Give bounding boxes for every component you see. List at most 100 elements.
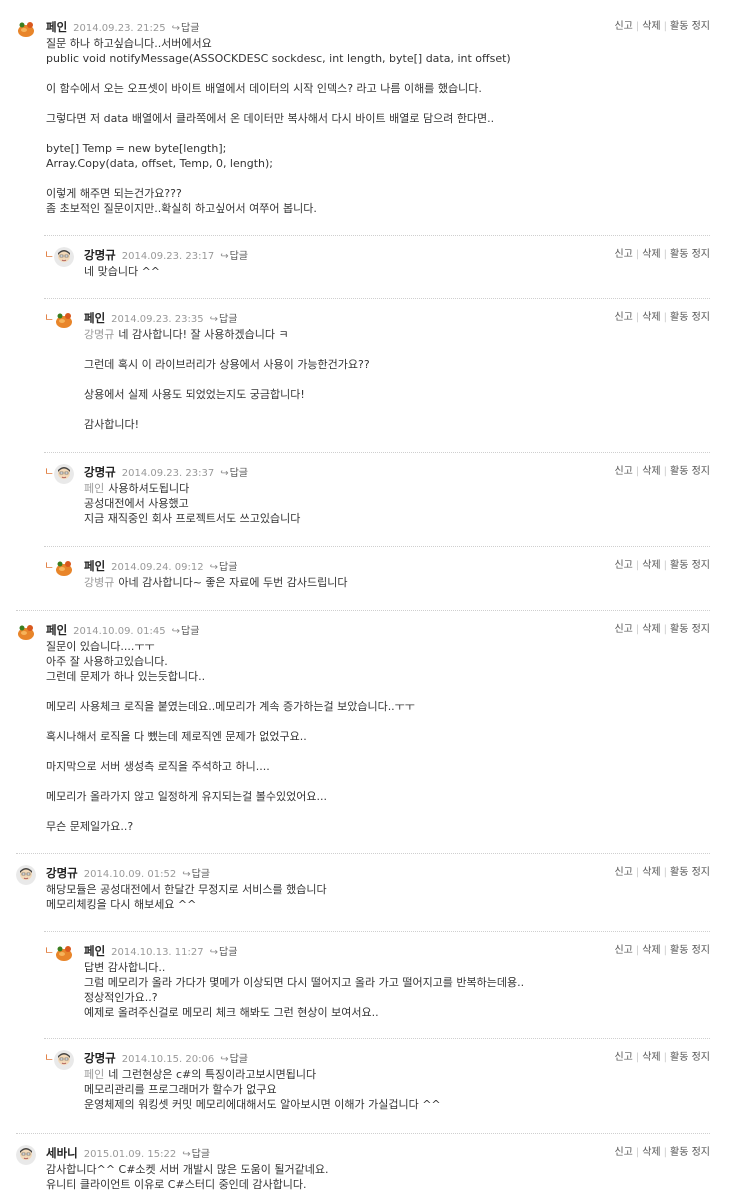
delete-button[interactable]: 삭제 xyxy=(642,312,660,323)
action-separator: | xyxy=(663,624,668,635)
report-button[interactable]: 신고 xyxy=(614,1147,632,1158)
mention-name[interactable]: 페인 xyxy=(84,1068,104,1081)
reply-button[interactable]: ↪답글 xyxy=(210,314,238,325)
avatar-chicken-icon[interactable] xyxy=(16,622,36,642)
comment-date: 2014.09.23. 23:17 xyxy=(121,251,215,262)
comment-line: 그런데 문제가 하나 있는듯합니다.. xyxy=(46,669,710,684)
block-button[interactable]: 활동 정지 xyxy=(670,21,710,32)
comment-date: 2014.09.23. 23:37 xyxy=(121,468,215,479)
avatar-person-icon[interactable] xyxy=(16,865,36,885)
comment-body: 답변 감사합니다.. 그럼 메모리가 올라 가다가 몇메가 이상되면 다시 떨어지… xyxy=(54,960,710,1020)
comment-meta: 페인 2014.10.09. 01:45 ↪답글 xyxy=(46,621,199,641)
comment-text: 감사합니다! xyxy=(84,418,140,431)
comment-actions: 신고 | 삭제 | 활동 정지 xyxy=(614,18,710,36)
author-name[interactable]: 페인 xyxy=(84,311,105,325)
comment-line: 질문 하나 하고싶습니다..서버에서요 xyxy=(46,36,710,51)
comment-divider xyxy=(44,298,710,299)
report-button[interactable]: 신고 xyxy=(614,624,632,635)
block-button[interactable]: 활동 정지 xyxy=(670,249,710,260)
comment-line: byte[] Temp = new byte[length]; xyxy=(46,141,710,156)
comment-line: 강병규 아네 감사합니다~ 좋은 자료에 두번 감사드립니다 xyxy=(84,575,710,590)
author-name[interactable]: 페인 xyxy=(46,20,67,34)
reply-button[interactable]: ↪답글 xyxy=(210,562,238,573)
avatar-person-icon[interactable] xyxy=(54,464,74,484)
delete-button[interactable]: 삭제 xyxy=(642,1052,660,1063)
block-button[interactable]: 활동 정지 xyxy=(670,466,710,477)
comment-text: 마지막으로 서버 생성측 로직을 주석하고 하니.... xyxy=(46,760,270,773)
reply-indent-icon: ㄴ xyxy=(44,465,55,478)
block-button[interactable]: 활동 정지 xyxy=(670,1052,710,1063)
author-name[interactable]: 페인 xyxy=(84,944,105,958)
block-button[interactable]: 활동 정지 xyxy=(670,945,710,956)
mention-name[interactable]: 페인 xyxy=(84,482,104,495)
comment-text: 좀 초보적인 질문이지만..확실히 하고싶어서 여쭈어 봅니다. xyxy=(46,202,317,215)
comment-line: 정상적인가요..? xyxy=(84,990,710,1005)
action-separator: | xyxy=(635,312,640,323)
avatar-chicken-icon[interactable] xyxy=(16,19,36,39)
comment-text: 메모리 사용체크 로직을 붙였는데요..메모리가 계속 증가하는걸 보았습니다.… xyxy=(46,700,415,713)
delete-button[interactable]: 삭제 xyxy=(642,466,660,477)
block-button[interactable]: 활동 정지 xyxy=(670,312,710,323)
comment-item: 페인 2014.10.09. 01:45 ↪답글 신고 | 삭제 | 활동 정지 질문이 있습니… xyxy=(16,621,710,834)
comment-actions: 신고 | 삭제 | 활동 정지 xyxy=(614,1049,710,1067)
comment-text: 해당모듈은 공성대전에서 한달간 무정지로 서비스를 했습니다 xyxy=(46,883,327,896)
mention-name[interactable]: 강명규 xyxy=(84,328,114,341)
avatar-person-icon[interactable] xyxy=(54,247,74,267)
comment-line: 상용에서 실제 사용도 되었었는지도 궁금합니다! xyxy=(84,387,710,402)
report-button[interactable]: 신고 xyxy=(614,312,632,323)
comment-text: 공성대전에서 사용했고 xyxy=(84,497,189,510)
report-button[interactable]: 신고 xyxy=(614,867,632,878)
author-name[interactable]: 강명규 xyxy=(46,866,78,880)
avatar-chicken-icon[interactable] xyxy=(54,310,74,330)
reply-arrow-icon: ↪ xyxy=(171,626,180,637)
delete-button[interactable]: 삭제 xyxy=(642,867,660,878)
comment-header: ㄴ 강명규 2014.09.23. 23:37 ↪답글 신고 | 삭제 | 활동 정지 xyxy=(44,463,710,484)
comment-line: 이 함수에서 오는 오프셋이 바이트 배열에서 데이터의 시작 인덱스? 라고 … xyxy=(46,81,710,96)
author-name[interactable]: 강명규 xyxy=(84,465,116,479)
delete-button[interactable]: 삭제 xyxy=(642,624,660,635)
comment-divider xyxy=(16,853,710,854)
author-name[interactable]: 페인 xyxy=(46,623,67,637)
report-button[interactable]: 신고 xyxy=(614,249,632,260)
block-button[interactable]: 활동 정지 xyxy=(670,1147,710,1158)
reply-button[interactable]: ↪답글 xyxy=(182,869,210,880)
block-button[interactable]: 활동 정지 xyxy=(670,867,710,878)
avatar-chicken-icon[interactable] xyxy=(54,558,74,578)
author-name[interactable]: 강명규 xyxy=(84,1051,116,1065)
mention-name[interactable]: 강병규 xyxy=(84,576,114,589)
report-button[interactable]: 신고 xyxy=(614,466,632,477)
reply-button[interactable]: ↪답글 xyxy=(182,1149,210,1160)
comment-date: 2014.10.09. 01:52 xyxy=(83,869,177,880)
comment-line: 페인 네 그런현상은 c#의 특징이라고보시면됩니다 xyxy=(84,1067,710,1082)
reply-button[interactable]: ↪답글 xyxy=(210,947,238,958)
reply-label: 답글 xyxy=(229,1054,248,1065)
report-button[interactable]: 신고 xyxy=(614,945,632,956)
report-button[interactable]: 신고 xyxy=(614,1052,632,1063)
delete-button[interactable]: 삭제 xyxy=(642,945,660,956)
delete-button[interactable]: 삭제 xyxy=(642,21,660,32)
author-name[interactable]: 세바니 xyxy=(46,1146,78,1160)
report-button[interactable]: 신고 xyxy=(614,560,632,571)
block-button[interactable]: 활동 정지 xyxy=(670,624,710,635)
delete-button[interactable]: 삭제 xyxy=(642,1147,660,1158)
avatar-person-icon[interactable] xyxy=(54,1050,74,1070)
author-name[interactable]: 강명규 xyxy=(84,248,116,262)
comment-text: 네 맞습니다 ^^ xyxy=(84,265,161,278)
delete-button[interactable]: 삭제 xyxy=(642,560,660,571)
avatar-person-icon[interactable] xyxy=(16,1145,36,1165)
avatar-chicken-icon[interactable] xyxy=(54,943,74,963)
reply-button[interactable]: ↪답글 xyxy=(220,251,248,262)
block-button[interactable]: 활동 정지 xyxy=(670,560,710,571)
comment-date: 2014.09.24. 09:12 xyxy=(111,562,204,573)
comment-line: 그런데 혹시 이 라이브러리가 상용에서 사용이 가능한건가요?? xyxy=(84,357,710,372)
comment-divider xyxy=(44,546,710,547)
reply-button[interactable]: ↪답글 xyxy=(172,626,200,637)
comment-line: 혹시나해서 로직을 다 뺐는데 제로직엔 문제가 없었구요.. xyxy=(46,729,710,744)
delete-button[interactable]: 삭제 xyxy=(642,249,660,260)
reply-button[interactable]: ↪답글 xyxy=(220,1054,248,1065)
reply-button[interactable]: ↪답글 xyxy=(220,468,248,479)
report-button[interactable]: 신고 xyxy=(614,21,632,32)
comment-line: 마지막으로 서버 생성측 로직을 주석하고 하니.... xyxy=(46,759,710,774)
reply-button[interactable]: ↪답글 xyxy=(172,23,200,34)
author-name[interactable]: 페인 xyxy=(84,559,105,573)
